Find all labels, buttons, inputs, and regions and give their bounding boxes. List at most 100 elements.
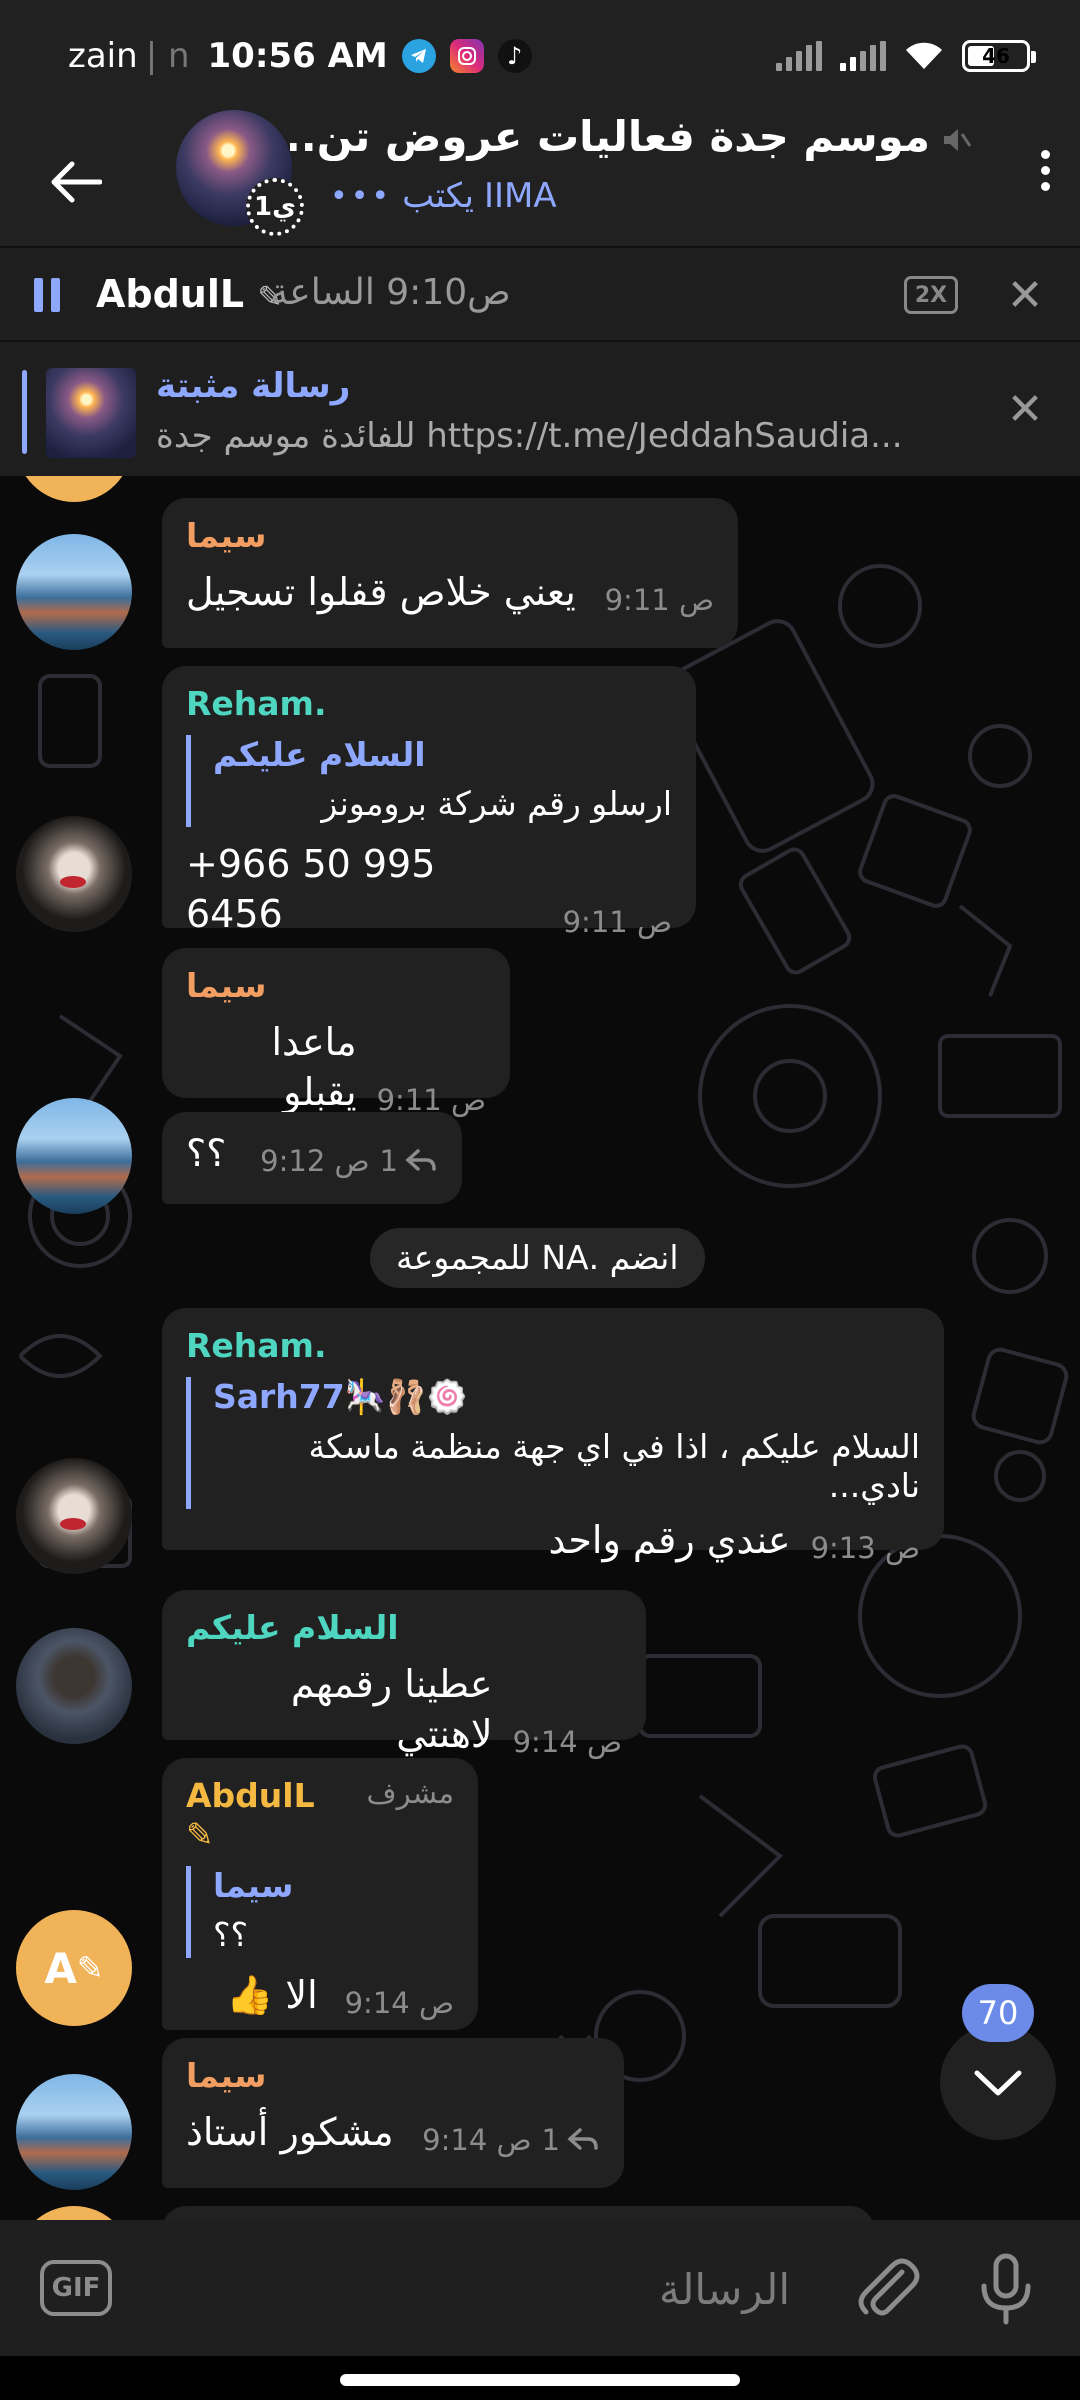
battery-level: 46 [982, 44, 1010, 68]
message-time: 9:14 ص [422, 2123, 532, 2157]
message-time: 9:14 ص [344, 1986, 454, 2020]
chevron-down-icon [974, 2070, 1022, 2096]
message-input[interactable] [130, 2254, 790, 2324]
status-right: 46 [776, 40, 1036, 72]
message-time: 9:13 ص [810, 1531, 920, 1565]
status-bar: zain | n 10:56 AM ♪ 46 [0, 0, 1080, 118]
quote-text: ارسلو رقم شركة برومونز [321, 784, 672, 823]
reply-arrow-icon [405, 1149, 436, 1171]
avatar[interactable] [16, 1098, 132, 1214]
unread-count-badge: 70 [962, 1984, 1034, 2042]
message-sender[interactable]: Reham. [186, 1326, 920, 1365]
avatar[interactable] [16, 534, 132, 650]
attach-icon[interactable] [846, 2248, 926, 2328]
typing-user: IIMA [483, 176, 557, 216]
service-message: انضم .NA للمجموعة [370, 1228, 705, 1288]
message-text: عطينا رقمهم لاهنتي [290, 1662, 493, 1756]
battery-icon: 46 [962, 40, 1036, 72]
pinned-message-bar[interactable]: رسالة مثبتة للفائدة موسم جدة https://t.m… [0, 340, 1080, 476]
message-text: عندي رقم واحد [548, 1518, 791, 1562]
back-button[interactable] [36, 142, 116, 222]
carrier-extra: | n [145, 36, 190, 76]
message-text: يعني خلاص قفلوا تسجيل [186, 570, 576, 614]
status-left: zain | n 10:56 AM ♪ [68, 36, 532, 76]
pinned-indicator [22, 370, 27, 454]
message-time: 9:11 ص [562, 905, 672, 939]
message-text[interactable]: +966 50 995 6456 [186, 839, 543, 939]
playback-speed-button[interactable]: 2X [904, 276, 958, 314]
more-menu-button[interactable] [1020, 140, 1070, 200]
tiktok-notification-icon: ♪ [497, 39, 532, 73]
arrow-left-icon [51, 161, 102, 203]
close-player-button[interactable]: ✕ [998, 268, 1052, 322]
typing-dots-icon: ••• [330, 178, 393, 214]
carrier-label: zain [68, 36, 138, 76]
auto-delete-timer-badge: 1ي [246, 178, 304, 236]
message-time: 9:12 ص [260, 1144, 370, 1178]
message-sender[interactable]: AbdulL ✎ [186, 1776, 343, 1854]
chat-area[interactable]: سيما 9:11 ص يعني خلاص قفلوا تسجيل Reham.… [0, 476, 1080, 2220]
typing-text: يكتب [402, 176, 474, 216]
replies-count[interactable]: 1 [542, 2123, 600, 2157]
close-icon: ✕ [1006, 269, 1044, 321]
message-bubble[interactable]: سيما مشكور أستاذ 9:14 ص 1 [162, 2038, 624, 2188]
message-bubble[interactable]: السلام عليكم عطينا رقمهم لاهنتي 9:14 ص [162, 1590, 646, 1759]
message-time: 9:14 ص [512, 1725, 622, 1759]
message-text: الا 👍 [226, 1973, 318, 2017]
message-sender[interactable]: Reham. [186, 684, 672, 723]
avatar[interactable]: A ✎ [16, 1910, 132, 2026]
reply-arrow-icon [567, 2128, 598, 2150]
avatar-initial: A [44, 1943, 77, 1993]
signal-icon [776, 41, 822, 71]
quote-sender: سيما [213, 1866, 294, 1905]
pinned-title: رسالة مثبتة [156, 366, 351, 406]
message-text: ماعدا يقبلو [271, 1020, 357, 1114]
avatar[interactable] [16, 2074, 132, 2190]
clock: 10:56 AM [207, 36, 388, 76]
home-indicator[interactable] [340, 2374, 740, 2386]
message-sender-row: AbdulL ✎ مشرف [186, 1776, 454, 1854]
message-bubble[interactable]: Reham. Sarh77🎠🩰🍥 السلام عليكم ، اذا في ا… [162, 1308, 944, 1565]
message-bubble[interactable]: AbdulL ✎ مشرف سيما ؟؟ الا 👍 9:14 ص [162, 1758, 478, 2030]
player-author: AbdulL ✎ [96, 272, 283, 316]
typing-status: ••• يكتب IIMA [330, 176, 557, 216]
avatar[interactable] [16, 1458, 132, 1574]
message-text: ؟؟ [186, 1131, 227, 1175]
message-time: 9:11 ص [604, 583, 714, 617]
chat-title[interactable]: موسم جدة فعاليات عروض تن... [290, 112, 930, 161]
close-icon: ✕ [1006, 383, 1044, 435]
pinned-text: للفائدة موسم جدة https://t.me/JeddahSaud… [156, 416, 903, 456]
quote-sender: السلام عليكم [213, 735, 426, 774]
admin-badge: مشرف [366, 1776, 454, 1810]
muted-icon [944, 129, 972, 151]
pinned-thumbnail [46, 368, 136, 458]
wifi-icon [906, 42, 942, 69]
message-sender[interactable]: السلام عليكم [186, 1608, 622, 1647]
reply-quote[interactable]: السلام عليكم ارسلو رقم شركة برومونز [186, 735, 672, 827]
message-bubble[interactable]: سيما 9:11 ص يعني خلاص قفلوا تسجيل [162, 498, 738, 648]
message-sender[interactable]: سيما [186, 516, 714, 555]
reply-quote[interactable]: Sarh77🎠🩰🍥 السلام عليكم ، اذا في اي جهة م… [186, 1377, 920, 1509]
pause-icon[interactable] [34, 278, 64, 312]
avatar[interactable] [16, 1628, 132, 1744]
message-sender[interactable]: سيما [186, 966, 486, 1005]
message-text: مشكور أستاذ [186, 2110, 394, 2154]
quote-sender: Sarh77🎠🩰🍥 [213, 1377, 468, 1416]
signal-icon-2 [840, 41, 886, 71]
close-pinned-button[interactable]: ✕ [998, 382, 1052, 436]
quote-text: السلام عليكم ، اذا في اي جهة منظمة ماسكة… [308, 1427, 921, 1505]
message-bubble[interactable]: سيما ماعدا يقبلو 9:11 ص [162, 948, 510, 1117]
replies-count[interactable]: 1 [380, 1144, 438, 1178]
message-composer: GIF [0, 2220, 1080, 2356]
instagram-notification-icon [449, 39, 484, 73]
message-bubble[interactable] [162, 2206, 874, 2220]
gif-button[interactable]: GIF [40, 2260, 112, 2316]
message-sender[interactable]: سيما [186, 2056, 600, 2095]
telegram-notification-icon [401, 39, 436, 73]
avatar[interactable] [16, 816, 132, 932]
message-bubble[interactable]: ؟؟ 9:12 ص 1 [162, 1112, 462, 1204]
microphone-icon[interactable] [966, 2248, 1046, 2328]
audio-player-bar[interactable]: AbdulL ✎ ص9:10 الساعة 2X ✕ [0, 246, 1080, 340]
reply-quote[interactable]: سيما ؟؟ [186, 1866, 454, 1958]
message-bubble[interactable]: Reham. السلام عليكم ارسلو رقم شركة برومو… [162, 666, 696, 939]
